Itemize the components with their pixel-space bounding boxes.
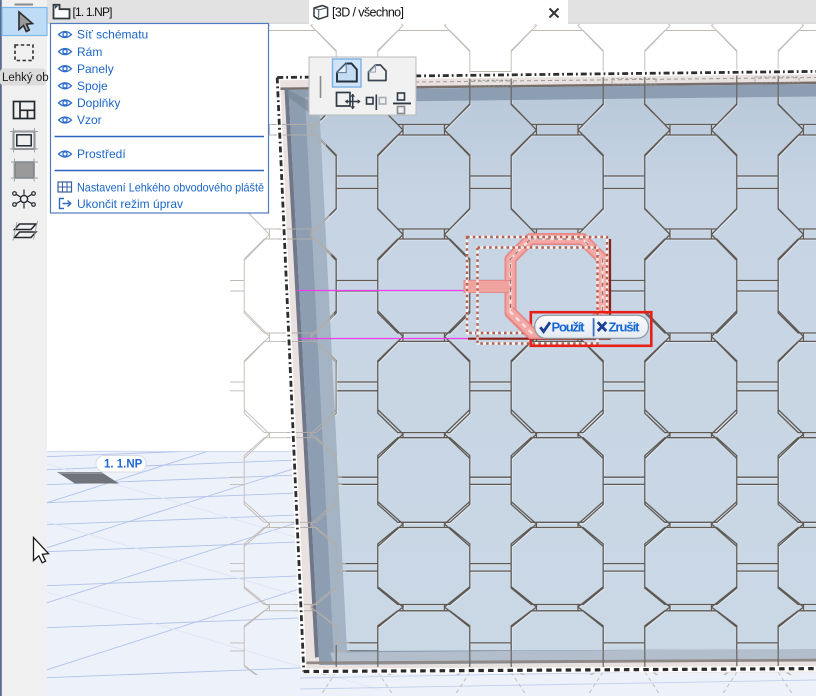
svg-text:Zrušit: Zrušit [609,320,641,335]
svg-text:Panely: Panely [77,62,114,76]
svg-text:Spoje: Spoje [77,79,108,93]
svg-text:1. 1.NP: 1. 1.NP [104,459,143,471]
svg-text:Doplňky: Doplňky [77,96,120,110]
svg-text:Síť schématu: Síť schématu [77,28,148,42]
svg-text:[1. 1.NP]: [1. 1.NP] [73,5,113,19]
svg-text:[3D / všechno]: [3D / všechno] [332,6,404,20]
svg-text:Nastavení Lehkého obvodového p: Nastavení Lehkého obvodového pláště [77,180,264,194]
svg-text:Rám: Rám [77,45,102,59]
svg-text:Prostředí: Prostředí [77,147,126,161]
svg-text:Ukončit režim úprav: Ukončit režim úprav [77,197,183,211]
svg-text:Vzor: Vzor [77,113,102,127]
svg-text:Použít: Použít [552,320,586,335]
svg-text:Lehký ob: Lehký ob [2,72,49,84]
